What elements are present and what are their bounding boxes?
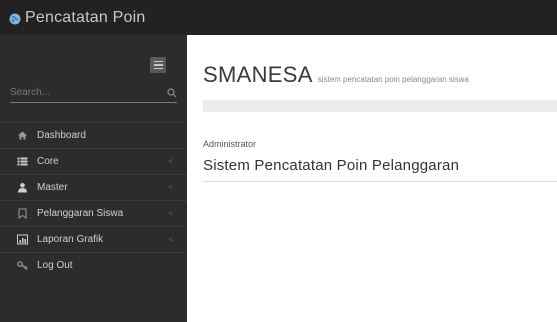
sidebar-menu: Dashboard Core < Master < Pelanggaran Si… — [0, 122, 187, 278]
sidebar-item-label: Dashboard — [37, 130, 86, 141]
search-icon[interactable] — [167, 87, 177, 98]
chevron-left-icon: < — [168, 157, 173, 166]
sidebar-item-label: Laporan Grafik — [37, 234, 104, 245]
breadcrumb-bar — [203, 100, 557, 112]
sidebar-item-label: Master — [37, 182, 68, 193]
app-window: Pencatatan Poin Dashboard — [0, 0, 557, 322]
sidebar-search — [10, 83, 177, 103]
page-heading: SMANESA sistem pencatatan poin pelanggar… — [203, 62, 469, 88]
sidebar-item-core[interactable]: Core < — [0, 148, 187, 174]
chevron-left-icon: < — [168, 209, 173, 218]
brand-title[interactable]: Pencatatan Poin — [25, 9, 145, 27]
key-icon — [17, 260, 28, 271]
divider — [203, 181, 557, 182]
top-navbar: Pencatatan Poin — [0, 0, 557, 35]
bookmark-icon — [17, 208, 28, 219]
sidebar-item-laporan-grafik[interactable]: Laporan Grafik < — [0, 226, 187, 252]
sidebar-item-master[interactable]: Master < — [0, 174, 187, 200]
sidebar-item-label: Log Out — [37, 260, 73, 271]
menu-toggle-button[interactable] — [150, 57, 166, 73]
sidebar-item-log-out[interactable]: Log Out — [0, 252, 187, 278]
home-icon — [17, 130, 28, 141]
main-content: SMANESA sistem pencatatan poin pelanggar… — [187, 35, 557, 322]
sidebar-item-pelanggaran-siswa[interactable]: Pelanggaran Siswa < — [0, 200, 187, 226]
search-input[interactable] — [10, 87, 140, 98]
user-icon — [17, 182, 28, 193]
list-icon — [17, 156, 28, 167]
chart-icon — [17, 234, 28, 245]
chevron-left-icon: < — [168, 183, 173, 192]
sidebar-item-dashboard[interactable]: Dashboard — [0, 122, 187, 148]
sidebar-item-label: Pelanggaran Siswa — [37, 208, 124, 219]
chevron-left-icon: < — [168, 235, 173, 244]
globe-icon — [9, 13, 21, 24]
page-title: SMANESA — [203, 62, 313, 87]
sidebar-item-label: Core — [37, 156, 59, 167]
sidebar: Dashboard Core < Master < Pe — [0, 35, 187, 322]
system-title: Sistem Pencatatan Poin Pelanggaran — [203, 157, 460, 174]
user-role-label: Administrator — [203, 139, 257, 149]
page-subtitle: sistem pencatatan poin pelanggaran siswa — [317, 75, 469, 84]
